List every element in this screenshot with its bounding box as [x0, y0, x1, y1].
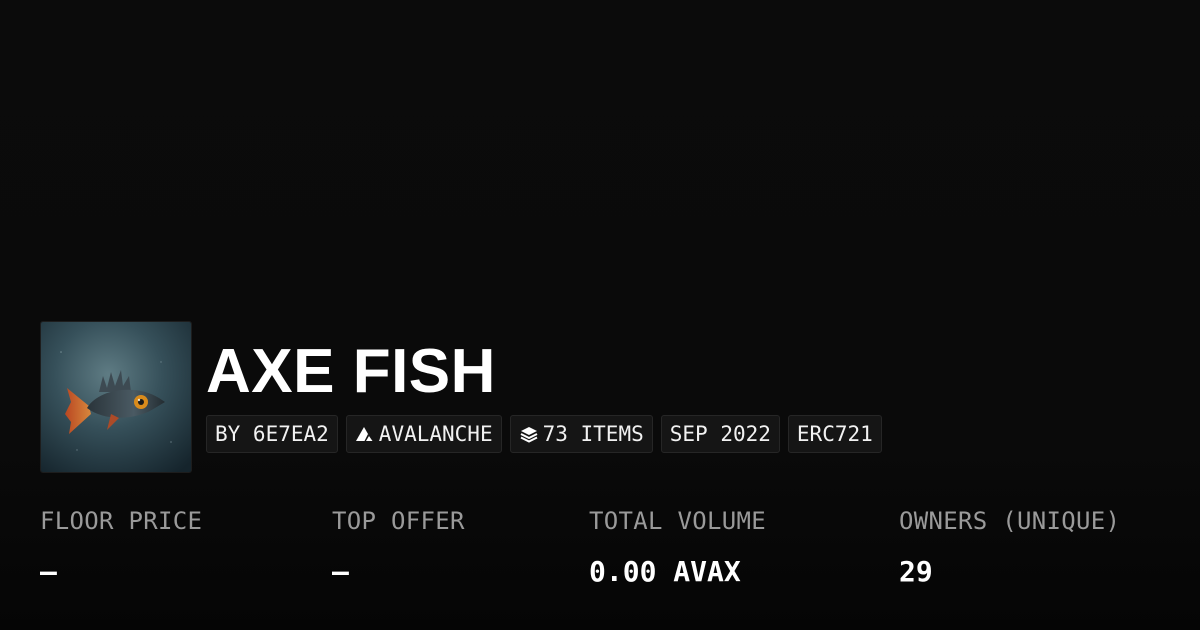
chain-label: AVALANCHE [378, 422, 493, 446]
stat-top-offer: TOP OFFER – [332, 505, 465, 589]
date-tag: SEP 2022 [660, 415, 780, 453]
collection-thumbnail [40, 321, 192, 473]
standard-label: ERC721 [796, 422, 873, 446]
stat-total-volume: TOTAL VOLUME 0.00 AVAX [589, 505, 766, 589]
layers-icon [519, 424, 539, 444]
avalanche-icon [355, 424, 375, 444]
collection-title: AXE FISH [206, 337, 496, 406]
items-tag[interactable]: 73 ITEMS [509, 415, 653, 453]
creator-label: BY 6E7EA2 [215, 422, 329, 446]
fish-artwork-image [41, 322, 191, 472]
date-label: SEP 2022 [669, 422, 771, 446]
owners-value: 29 [899, 555, 933, 588]
chain-tag[interactable]: AVALANCHE [345, 415, 502, 453]
floor-price-label: FLOOR PRICE [40, 507, 203, 535]
stat-floor-price: FLOOR PRICE – [40, 505, 202, 589]
top-offer-value: – [332, 555, 349, 588]
floor-price-value: – [40, 555, 57, 588]
stat-owners: OWNERS (UNIQUE) 29 [899, 505, 1120, 589]
owners-label: OWNERS (UNIQUE) [899, 507, 1121, 535]
standard-tag: ERC721 [787, 415, 882, 453]
items-label: 73 ITEMS [542, 422, 644, 446]
creator-tag[interactable]: BY 6E7EA2 [206, 415, 338, 453]
total-volume-value: 0.00 AVAX [589, 555, 741, 588]
top-offer-label: TOP OFFER [332, 507, 465, 535]
collection-tags: BY 6E7EA2 AVALANCHE 73 ITEMS SEP 2022 ER… [206, 415, 882, 453]
total-volume-label: TOTAL VOLUME [589, 507, 766, 535]
